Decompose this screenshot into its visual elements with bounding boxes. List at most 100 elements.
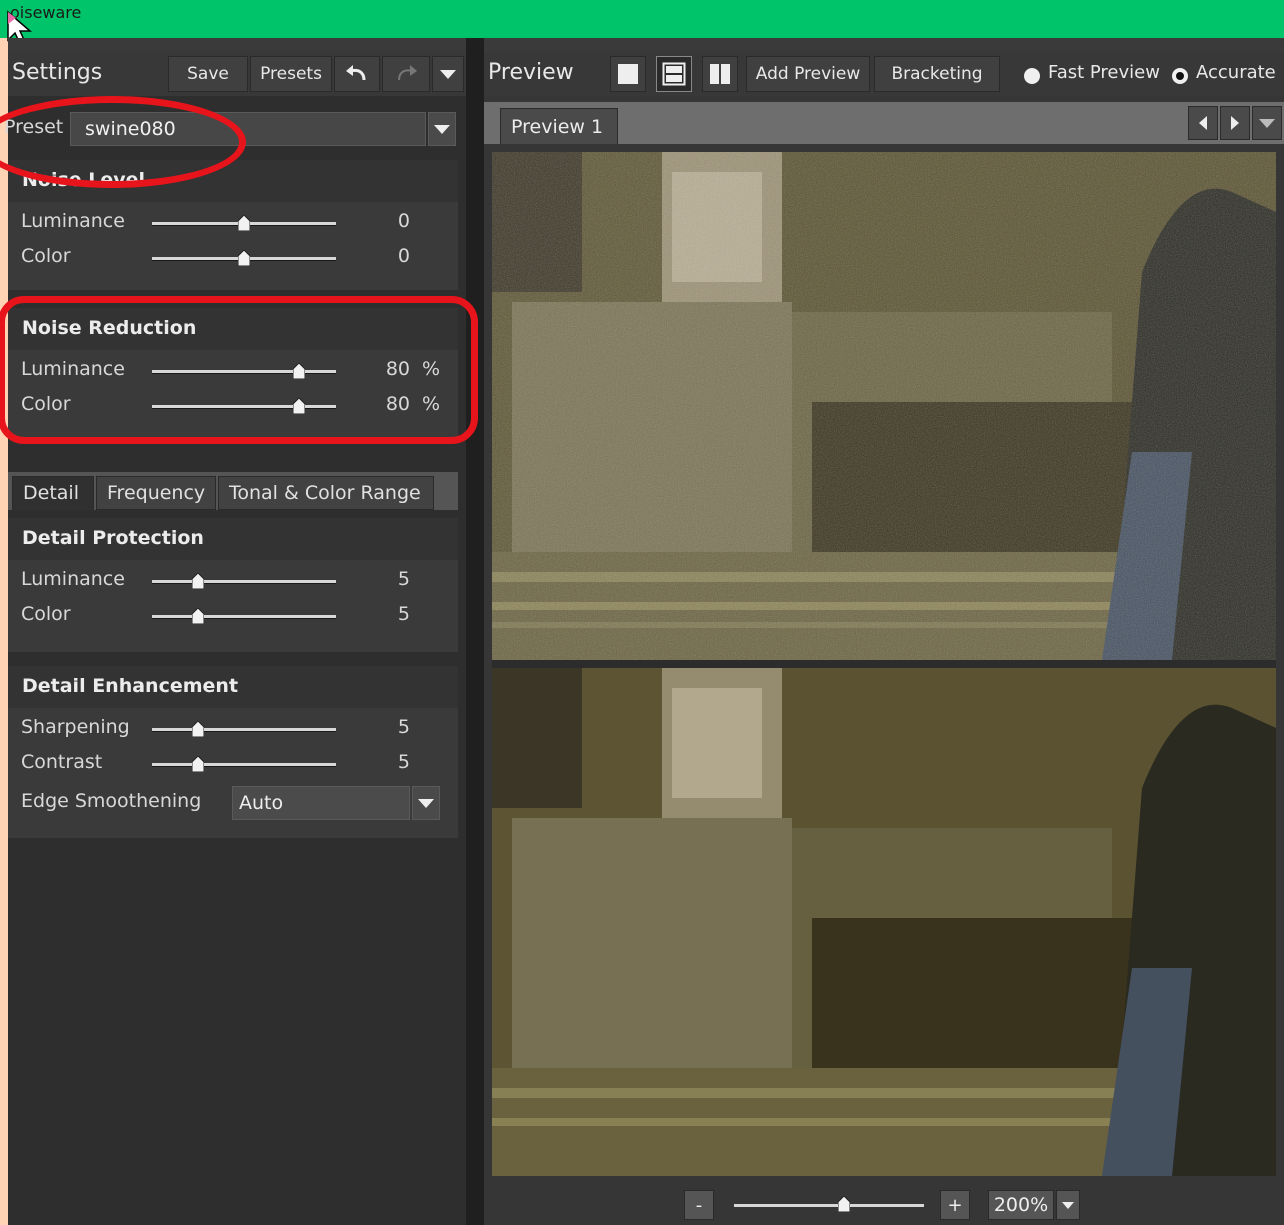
zoom-bar: - + 200%: [484, 1182, 1284, 1225]
fast-preview-radio[interactable]: [1024, 68, 1040, 84]
split-horizontal-view-button[interactable]: [656, 56, 692, 92]
noise-level-luminance-row: Luminance 0: [8, 206, 458, 241]
next-preview-button[interactable]: [1220, 106, 1250, 140]
presets-button[interactable]: Presets: [250, 56, 332, 92]
noiseware-app: Settings Save Presets Preset swine080 No…: [0, 38, 1284, 1225]
scene-photo: [492, 668, 1276, 1176]
split-vertical-view-button[interactable]: [702, 56, 738, 92]
detail-protection-color-row: Color 5: [8, 599, 458, 634]
noise-reduction-luminance-row: Luminance 80 %: [8, 354, 458, 389]
contrast-row: Contrast 5: [8, 747, 458, 782]
zoom-in-button[interactable]: +: [940, 1190, 970, 1220]
chevron-left-icon: [1199, 116, 1207, 130]
single-view-button[interactable]: [610, 56, 646, 92]
chevron-down-icon: [440, 69, 456, 79]
pane-separator[interactable]: [492, 660, 1276, 668]
sharpening-slider[interactable]: [152, 728, 336, 731]
noise-reduction-color-slider[interactable]: [152, 405, 336, 408]
edge-smoothening-dropdown-button[interactable]: [412, 786, 440, 820]
tab-frequency[interactable]: Frequency: [96, 476, 216, 510]
contrast-slider[interactable]: [152, 763, 336, 766]
detail-protection-section: Detail Protection Luminance 5 Color 5: [8, 518, 458, 652]
preset-dropdown-button[interactable]: [428, 112, 456, 146]
preview-image-denoised[interactable]: [492, 668, 1276, 1176]
zoom-dropdown-button[interactable]: [1056, 1190, 1080, 1220]
zoom-out-button[interactable]: -: [684, 1190, 714, 1220]
slider-value: 80: [385, 393, 410, 415]
slider-thumb[interactable]: [238, 215, 250, 231]
settings-panel: Settings Save Presets Preset swine080 No…: [4, 52, 466, 1225]
slider-label: Sharpening: [21, 716, 130, 738]
zoom-level-field[interactable]: 200%: [988, 1190, 1054, 1220]
split-vertical-icon: [710, 64, 730, 84]
tab-preview-1[interactable]: Preview 1: [500, 108, 618, 144]
edge-smoothening-select[interactable]: Auto: [232, 786, 410, 820]
preset-row: Preset swine080: [4, 108, 466, 148]
slider-thumb[interactable]: [293, 363, 306, 379]
chevron-down-icon: [1062, 1201, 1074, 1209]
tab-detail[interactable]: Detail: [12, 476, 94, 510]
title-bar: oiseware: [0, 0, 1284, 38]
noise-reduction-section: Noise Reduction Luminance 80 % Color 80 …: [8, 308, 458, 438]
settings-menu-button[interactable]: [432, 56, 464, 92]
slider-value: 5: [397, 568, 410, 590]
chevron-down-icon: [434, 124, 450, 134]
accurate-label: Accurate: [1196, 62, 1276, 83]
noise-level-color-row: Color 0: [8, 241, 458, 276]
slider-value: 80: [385, 358, 410, 380]
slider-label: Contrast: [21, 751, 103, 773]
detail-enhancement-title: Detail Enhancement: [8, 666, 458, 708]
slider-thumb[interactable]: [238, 250, 250, 266]
chevron-down-icon: [418, 798, 434, 808]
preview-image-original[interactable]: [492, 152, 1276, 660]
noise-level-title: Noise Level: [8, 160, 458, 202]
save-button[interactable]: Save: [168, 56, 248, 92]
preview-title: Preview: [488, 60, 574, 85]
bracketing-button[interactable]: Bracketing: [874, 56, 1000, 92]
accurate-radio[interactable]: [1172, 68, 1188, 84]
slider-thumb[interactable]: [192, 608, 204, 624]
slider-value: 0: [397, 245, 410, 267]
chevron-right-icon: [1231, 116, 1239, 130]
split-horizontal-icon: [662, 62, 686, 86]
sharpening-row: Sharpening 5: [8, 712, 458, 747]
detail-protection-title: Detail Protection: [8, 518, 458, 560]
slider-label: Color: [21, 245, 71, 267]
slider-value: 5: [397, 716, 410, 738]
previous-preview-button[interactable]: [1188, 106, 1218, 140]
panel-divider[interactable]: [466, 38, 484, 1225]
preview-tab-bar: Preview 1: [484, 102, 1284, 144]
preset-label: Preset: [4, 116, 64, 138]
slider-value: 5: [397, 603, 410, 625]
slider-label: Luminance: [21, 568, 125, 590]
slider-thumb[interactable]: [192, 721, 204, 737]
slider-thumb[interactable]: [192, 756, 204, 772]
noise-reduction-title: Noise Reduction: [8, 308, 458, 350]
slider-value: 0: [397, 210, 410, 232]
preset-select[interactable]: swine080: [70, 112, 426, 146]
undo-icon: [346, 65, 366, 81]
redo-button[interactable]: [382, 56, 430, 92]
zoom-slider[interactable]: [734, 1204, 924, 1207]
slider-label: Luminance: [21, 358, 125, 380]
slider-label: Color: [21, 603, 71, 625]
fast-preview-label: Fast Preview: [1048, 62, 1160, 83]
detail-enhancement-section: Detail Enhancement Sharpening 5 Contrast…: [8, 666, 458, 838]
redo-icon: [398, 65, 417, 81]
preview-menu-button[interactable]: [1252, 106, 1282, 140]
tab-tonal-color-range[interactable]: Tonal & Color Range: [218, 476, 434, 510]
noise-reduction-luminance-slider[interactable]: [152, 370, 336, 373]
slider-label: Color: [21, 393, 71, 415]
scene-photo: [492, 152, 1276, 660]
slider-thumb[interactable]: [192, 573, 204, 589]
zoom-slider-thumb[interactable]: [838, 1196, 851, 1212]
detail-protection-color-slider[interactable]: [152, 615, 336, 618]
add-preview-button[interactable]: Add Preview: [746, 56, 870, 92]
detail-protection-luminance-slider[interactable]: [152, 580, 336, 583]
noise-level-section: Noise Level Luminance 0 Color 0: [8, 160, 458, 290]
undo-button[interactable]: [334, 56, 380, 92]
slider-thumb[interactable]: [293, 398, 306, 414]
edge-smoothening-label: Edge Smoothening: [21, 790, 202, 812]
preview-toolbar: Preview Add Preview Bracketing Fast Prev…: [484, 52, 1284, 96]
slider-unit: %: [422, 393, 441, 415]
